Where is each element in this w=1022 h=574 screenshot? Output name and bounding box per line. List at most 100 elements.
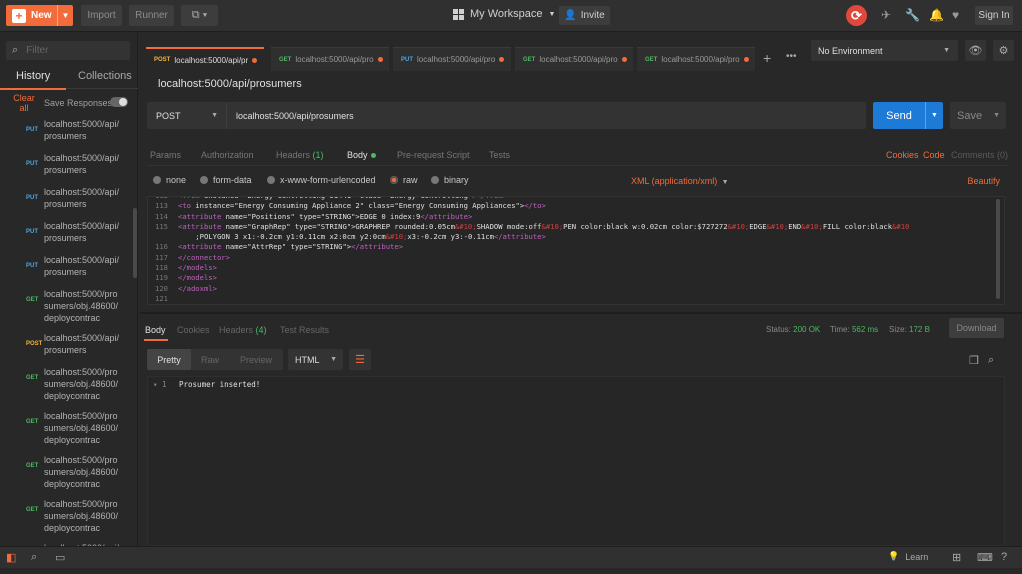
chevron-down-icon[interactable]: ▼ [925,102,943,129]
tab-params[interactable]: Params [150,150,181,160]
request-tab[interactable]: PUT localhost:5000/api/pro [393,47,511,71]
comments-link[interactable]: Comments (0) [951,150,1008,160]
request-body-editor[interactable]: 112<from instance="Energy Controlling-51… [147,196,1005,305]
sign-in-button[interactable]: Sign In [975,6,1013,25]
history-item[interactable]: PUT localhost:5000/api/prosumers [0,116,132,150]
download-button[interactable]: Download [949,318,1004,338]
send-label: Send [886,109,912,122]
runner-button[interactable]: Runner [129,5,174,26]
workspace-switcher[interactable]: My Workspace ▼ [453,8,555,20]
body-mode-raw[interactable]: raw [390,175,418,185]
tab-prerequest-script[interactable]: Pre-request Script [397,150,470,160]
sidebar: ⌕ Filter History Collections Clear all S… [0,33,138,565]
body-mode-none[interactable]: none [153,175,186,185]
environment-select[interactable]: No Environment ▼ [811,40,958,61]
add-tab-icon[interactable]: + [763,50,771,66]
editor-line: 113 <to instance="Energy Consuming Applia… [148,201,1004,211]
response-body-viewer[interactable]: ▾ 1 Prosumer inserted! [147,376,1005,546]
request-tab[interactable]: POST localhost:5000/api/pr [146,47,264,71]
filter-input[interactable]: ⌕ Filter [6,41,130,60]
history-item[interactable]: GET localhost:5000/prosumers/obj.48600/de… [0,286,132,330]
language-select[interactable]: HTML ▼ [288,349,343,370]
invite-button[interactable]: 👤 Invite [559,6,610,25]
request-tab[interactable]: GET localhost:5000/api/pro [515,47,633,71]
search-icon[interactable]: ⌕ [988,354,994,367]
wrench-icon[interactable]: 🔧 [905,8,920,22]
history-item[interactable]: PUT localhost:5000/api/prosumers [0,150,132,184]
history-item[interactable]: PUT localhost:5000/api/prosumers [0,252,132,286]
chevron-down-icon[interactable]: ▼ [993,112,1000,119]
tab-response-cookies[interactable]: Cookies [177,325,210,335]
more-tabs-icon[interactable]: ••• [786,51,797,62]
history-item[interactable]: GET localhost:5000/prosumers/obj.48600/de… [0,364,132,408]
sidebar-scrollbar[interactable] [133,208,137,278]
find-icon[interactable]: ⌕ [31,551,37,564]
format-raw[interactable]: Raw [191,349,229,370]
new-button[interactable]: + New ▼ [6,5,73,26]
wrap-lines-icon[interactable]: ☰ [349,349,371,370]
format-pretty[interactable]: Pretty [147,349,191,370]
chevron-down-icon: ▼ [719,179,729,186]
gear-icon[interactable]: ⚙ [993,40,1014,61]
url-input[interactable]: localhost:5000/api/prosumers [227,111,354,121]
request-tab-label: localhost:5000/api/pro [295,55,374,64]
unsaved-dot-icon [499,57,505,62]
tab-tests[interactable]: Tests [489,150,510,160]
tab-response-body[interactable]: Body [145,325,166,335]
history-options: Clear all Save Responses [0,93,138,115]
history-item[interactable]: GET localhost:5000/prosumers/obj.48600/de… [0,496,132,540]
beautify-link[interactable]: Beautify [967,176,1000,186]
history-list: PUT localhost:5000/api/prosumers PUT localh… [0,116,132,574]
tab-body[interactable]: Body [347,150,376,160]
content-type-select[interactable]: XML (application/xml) ▼ [631,176,729,186]
bell-icon[interactable]: 🔔 [929,8,944,22]
request-tab-label: localhost:5000/api/pro [417,55,496,64]
request-tab-method: GET [645,56,658,63]
keyboard-icon[interactable]: ⌨ [977,551,993,564]
send-button[interactable]: Send ▼ [873,102,943,129]
response-tabs: Body Cookies Headers (4) Test Results St… [140,318,1010,340]
editor-scrollbar[interactable] [996,199,1000,299]
workspace-label: My Workspace [470,8,543,20]
tab-history[interactable]: History [16,70,50,82]
history-item[interactable]: GET localhost:5000/prosumers/obj.48600/de… [0,452,132,496]
learn-link[interactable]: 💡 Learn [888,551,928,562]
body-mode-binary[interactable]: binary [431,175,469,185]
body-mode-urlencoded[interactable]: x-www-form-urlencoded [267,175,376,185]
cookies-link[interactable]: Cookies [886,150,919,160]
history-item[interactable]: PUT localhost:5000/api/prosumers [0,184,132,218]
sidebar-toggle-icon[interactable]: ◧ [6,551,16,564]
history-item[interactable]: GET localhost:5000/prosumers/obj.48600/de… [0,408,132,452]
tab-collections[interactable]: Collections [78,70,132,82]
copy-icon[interactable]: ❐ [969,354,979,367]
satellite-icon[interactable]: ✈ [881,8,891,22]
sync-icon[interactable]: ⟳ [846,5,867,26]
help-icon[interactable]: ? [1001,551,1007,563]
clear-all-button[interactable]: Clear all [12,93,36,113]
import-button[interactable]: Import [81,5,122,26]
tab-headers[interactable]: Headers (1) [276,150,324,160]
new-window-button[interactable]: ⧉ ▾ [181,5,218,26]
save-button[interactable]: Save ▼ [950,102,1006,129]
request-tab[interactable]: GET localhost:5000/api/pro [271,47,389,71]
tab-test-results[interactable]: Test Results [280,325,329,335]
code-link[interactable]: Code [923,150,945,160]
layout-icon[interactable]: ⊞ [952,551,961,564]
chevron-down-icon: ▼ [211,112,218,119]
history-item[interactable]: POST localhost:5000/api/prosumers [0,330,132,364]
console-icon[interactable]: ▭ [55,551,65,564]
method-select[interactable]: POST ▼ [147,102,227,129]
pane-divider[interactable] [140,312,1022,314]
body-mode-form-data[interactable]: form-data [200,175,252,185]
request-tab[interactable]: GET localhost:5000/api/pro [637,47,755,71]
format-preview[interactable]: Preview [229,349,283,370]
line-text: </models> [178,273,217,283]
tab-response-headers[interactable]: Headers (4) [219,325,267,335]
history-item[interactable]: PUT localhost:5000/api/prosumers [0,218,132,252]
eye-icon[interactable]: 👁 [965,40,986,61]
tab-authorization[interactable]: Authorization [201,150,254,160]
heart-icon[interactable]: ♥ [952,8,959,22]
chevron-down-icon[interactable]: ▼ [57,5,73,26]
save-responses-toggle[interactable] [110,97,128,107]
radio-selected-icon [390,176,398,184]
